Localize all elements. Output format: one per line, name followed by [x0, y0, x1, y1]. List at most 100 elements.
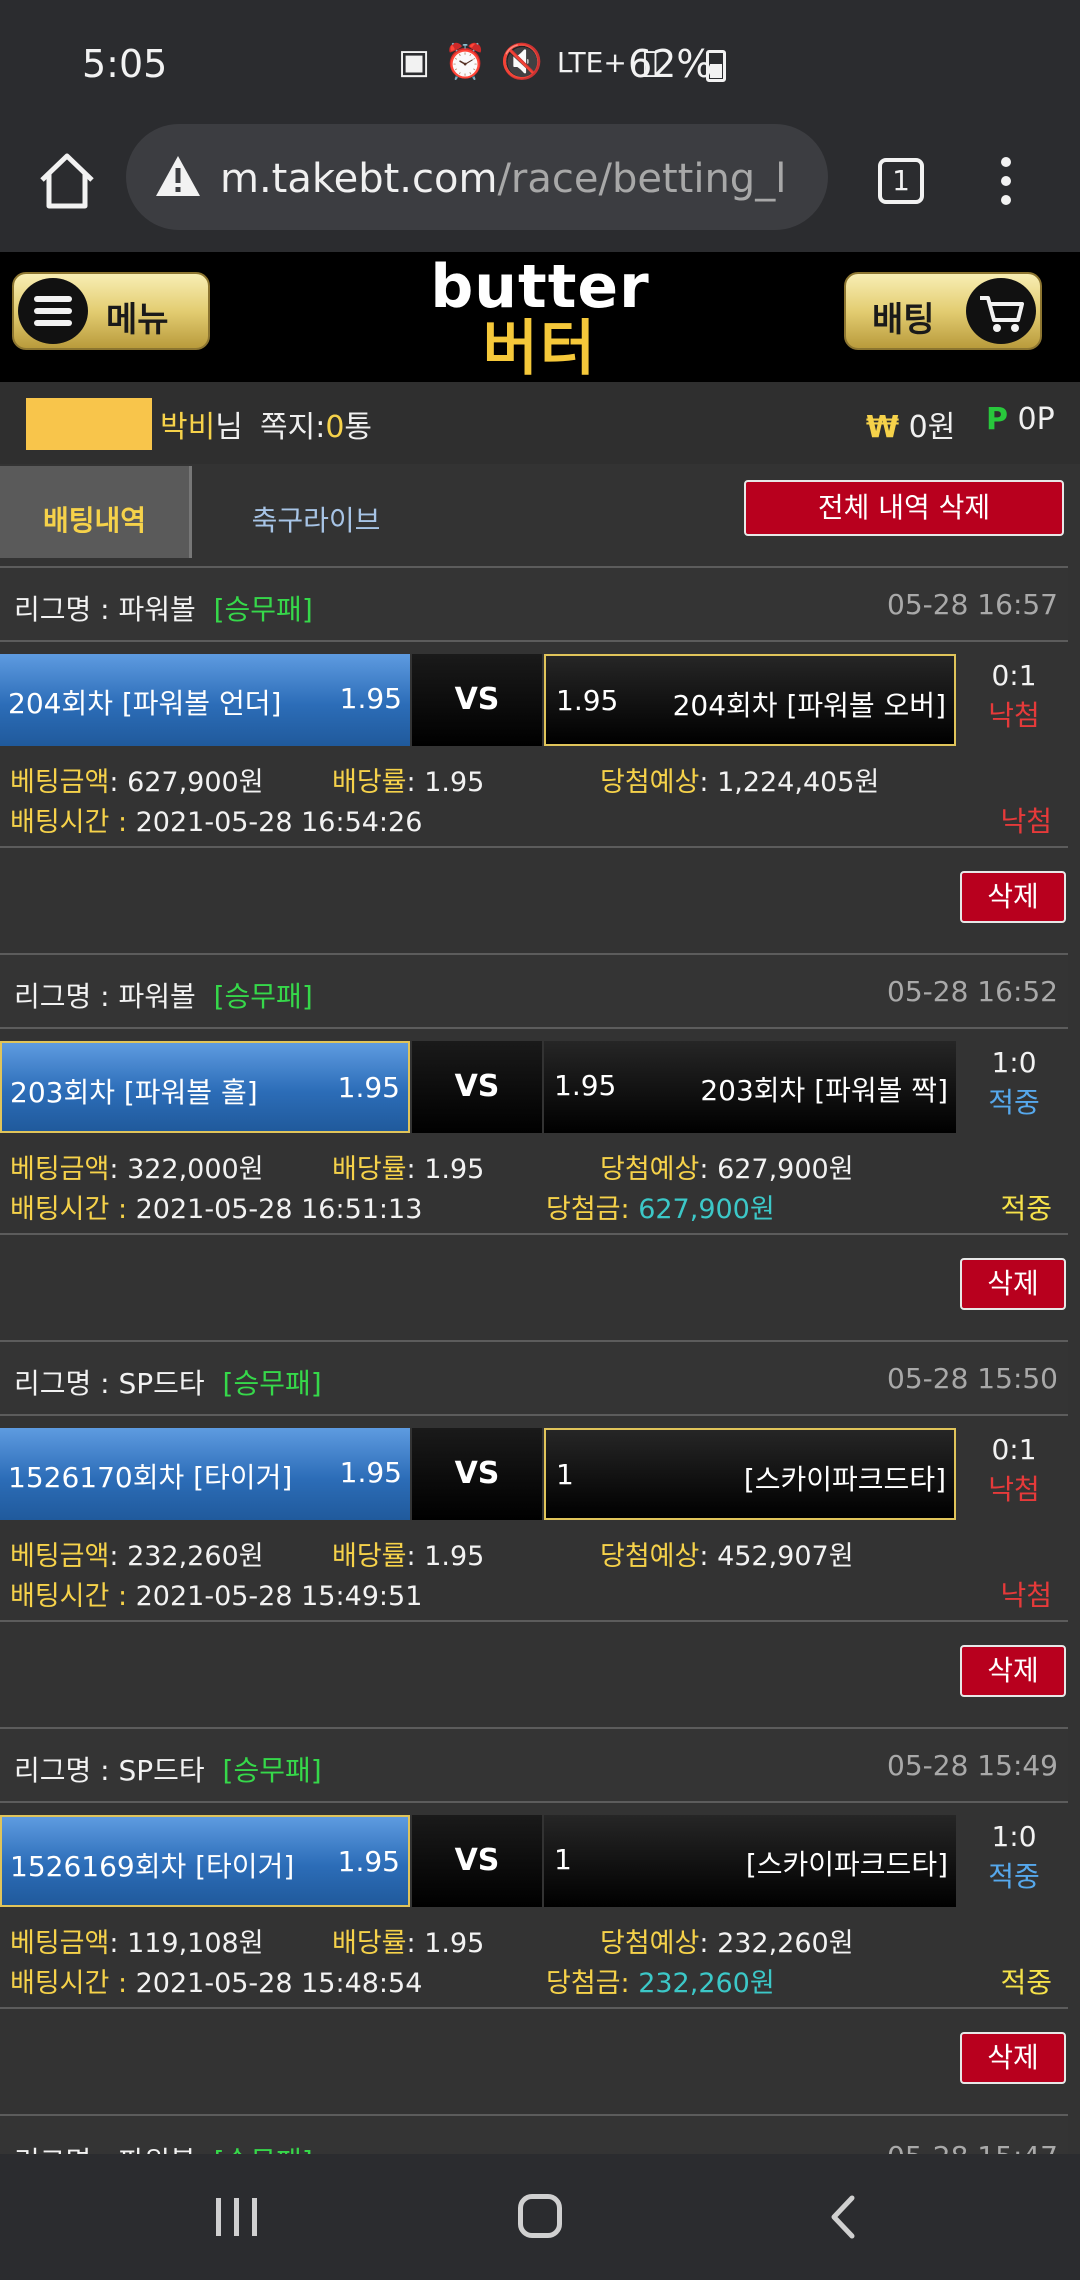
home-team-name: 1526170회차 [타이거]	[8, 1461, 293, 1494]
divider	[0, 1620, 1068, 1622]
logo-text-ko: 버터	[482, 314, 598, 384]
recent-apps-icon[interactable]	[216, 2198, 258, 2236]
site-header: 메뉴 butter 버터 배팅	[0, 252, 1080, 382]
messages-link[interactable]: 쪽지:0통	[260, 402, 372, 446]
expected-win: 당첨예상: 232,260원	[600, 1928, 854, 1959]
bet-card: 리그명 : SP드타 [승무패] 05-28 15:50 1526170회차 […	[0, 1340, 1080, 1727]
user-level-badge	[26, 398, 152, 450]
bet-status: 낙첨	[1000, 805, 1052, 838]
betting-cart-label: 배팅	[872, 300, 935, 340]
vs-label: VS	[412, 1428, 542, 1520]
vs-label: VS	[412, 654, 542, 746]
status-time: 5:05	[82, 42, 168, 86]
home-pick: 204회차 [파워볼 언더] 1.95	[0, 654, 410, 746]
menu-button-label: 메뉴	[106, 300, 169, 340]
money-balance: ₩ 0원	[866, 402, 955, 446]
messages-count: 0	[325, 410, 345, 445]
away-team-name: [스카이파크드타]	[743, 1463, 946, 1496]
bet-date: 05-28 16:57	[887, 588, 1058, 621]
status-icons: ▣ ⏰ 🔇 LTE+ ▯	[398, 42, 660, 82]
bet-date: 05-28 15:47	[887, 2140, 1058, 2154]
match-row: 1526169회차 [타이거] 1.95 VS 1 [스카이파크드타] 1:0 …	[0, 1815, 1068, 1907]
league-header: 리그명 : 파워볼 [승무패] 05-28 16:52	[0, 953, 1068, 1029]
tab-soccer-live[interactable]: 축구라이브	[196, 466, 436, 558]
delete-bet-button[interactable]: 삭제	[960, 871, 1066, 923]
home-icon[interactable]	[36, 150, 98, 212]
expected-win: 당첨예상: 1,224,405원	[600, 767, 880, 798]
messages-label: 쪽지:	[260, 410, 326, 445]
away-pick: 1.95 204회차 [파워볼 오버]	[544, 654, 956, 746]
result-label: 낙첨	[988, 699, 1040, 732]
bet-time: 배팅시간 : 2021-05-28 16:54:26	[10, 807, 423, 838]
betting-cart-button[interactable]: 배팅	[844, 272, 1042, 350]
bet-amount: 베팅금액: 232,260원	[10, 1541, 264, 1572]
league-name: 리그명 : 파워볼 [승무패]	[14, 593, 313, 626]
bet-odds: 배당률: 1.95	[332, 767, 485, 798]
away-odds: 1	[556, 1458, 574, 1491]
divider	[0, 1233, 1068, 1235]
league-type: [승무패]	[222, 1754, 322, 1787]
vs-label: VS	[412, 1815, 542, 1907]
status-bar: 5:05 ▣ ⏰ 🔇 LTE+ ▯ 62%	[0, 0, 1080, 120]
vs-label: VS	[412, 1041, 542, 1133]
home-odds: 1.95	[339, 682, 402, 715]
point-icon: P	[986, 402, 1008, 437]
mute-icon: 🔇	[500, 42, 543, 82]
menu-button[interactable]: 메뉴	[12, 272, 210, 350]
match-score: 0:1 낙첨	[960, 1430, 1068, 1510]
league-type: [승무패]	[213, 593, 313, 626]
delete-bet-button[interactable]: 삭제	[960, 2032, 1066, 2084]
alarm-icon: ⏰	[444, 42, 487, 82]
logo-text-en: butter	[430, 252, 650, 322]
site-logo[interactable]: butter 버터	[410, 252, 670, 384]
divider	[0, 846, 1068, 848]
match-row: 204회차 [파워볼 언더] 1.95 VS 1.95 204회차 [파워볼 오…	[0, 654, 1068, 746]
bet-amount: 베팅금액: 119,108원	[10, 1928, 264, 1959]
payout-value: 232,260원	[638, 1968, 775, 1999]
league-name: 리그명 : 파워볼 [승무패]	[14, 2140, 313, 2154]
browser-toolbar: m.takebt.com/race/betting_l 1	[0, 120, 1080, 252]
user-bar: 박비님 쪽지:0통 ₩ 0원 P 0P	[0, 382, 1080, 464]
home-odds: 1.95	[337, 1845, 400, 1878]
battery-icon	[706, 50, 726, 82]
network-label: LTE+	[556, 45, 627, 79]
delete-bet-button[interactable]: 삭제	[960, 1645, 1066, 1697]
match-row: 203회차 [파워볼 홀] 1.95 VS 1.95 203회차 [파워볼 짝]…	[0, 1041, 1068, 1133]
tab-betting-history[interactable]: 배팅내역	[0, 466, 192, 558]
home-pick: 203회차 [파워볼 홀] 1.95	[0, 1041, 410, 1133]
delete-bet-button[interactable]: 삭제	[960, 1258, 1066, 1310]
home-pick: 1526170회차 [타이거] 1.95	[0, 1428, 410, 1520]
more-options-icon[interactable]	[990, 154, 1022, 210]
tab-switcher-button[interactable]: 1	[878, 158, 924, 204]
away-team-name: [스카이파크드타]	[745, 1848, 948, 1881]
battery-saver-icon: ▣	[398, 42, 431, 82]
match-score: 1:0 적중	[960, 1817, 1068, 1897]
away-pick: 1.95 203회차 [파워볼 짝]	[544, 1041, 956, 1133]
back-icon[interactable]	[824, 2192, 864, 2242]
url-text[interactable]: m.takebt.com/race/betting_l	[220, 156, 820, 202]
expected-win: 당첨예상: 627,900원	[600, 1154, 854, 1185]
league-name: 리그명 : 파워볼 [승무패]	[14, 980, 313, 1013]
bet-card: 리그명 : 파워볼 [승무패] 05-28 16:52 203회차 [파워볼 홀…	[0, 953, 1080, 1340]
result-label: 낙첨	[988, 1473, 1040, 1506]
messages-unit: 통	[344, 410, 373, 445]
address-bar[interactable]: m.takebt.com/race/betting_l	[126, 124, 828, 230]
home-nav-icon[interactable]	[518, 2194, 562, 2238]
bet-card: 리그명 : SP드타 [승무패] 05-28 15:49 1526169회차 […	[0, 1727, 1080, 2114]
url-path: /race/betting_l	[497, 156, 787, 202]
score-value: 1:0	[991, 1820, 1037, 1853]
username-suffix: 님	[215, 410, 243, 445]
bet-odds: 배당률: 1.95	[332, 1928, 485, 1959]
payout-value: 627,900원	[638, 1194, 775, 1225]
url-host: m.takebt.com	[220, 156, 498, 202]
away-pick: 1 [스카이파크드타]	[544, 1428, 956, 1520]
point-value: 0P	[1017, 402, 1055, 437]
delete-all-history-button[interactable]: 전체 내역 삭제	[744, 480, 1064, 536]
match-score: 0:1 낙첨	[960, 656, 1068, 736]
home-team-name: 204회차 [파워볼 언더]	[8, 687, 282, 720]
not-secure-warning-icon[interactable]	[154, 154, 202, 198]
league-name: 리그명 : SP드타 [승무패]	[14, 1754, 322, 1787]
match-row: 1526170회차 [타이거] 1.95 VS 1 [스카이파크드타] 0:1 …	[0, 1428, 1068, 1520]
score-value: 1:0	[991, 1046, 1037, 1079]
home-team-name: 203회차 [파워볼 홀]	[10, 1076, 258, 1109]
